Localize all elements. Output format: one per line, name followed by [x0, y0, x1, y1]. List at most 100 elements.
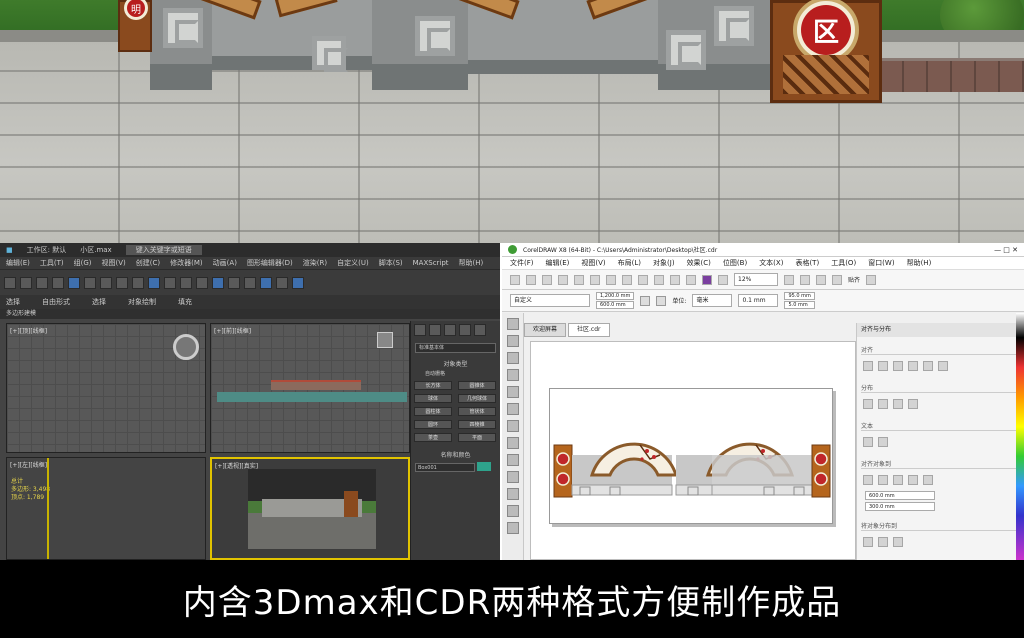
full-screen-icon[interactable] — [784, 274, 794, 285]
motion-tab-icon[interactable] — [459, 324, 471, 336]
import-icon[interactable] — [670, 274, 680, 285]
primitive-button[interactable]: 茶壶 — [414, 433, 452, 442]
max-menu-item[interactable]: 创建(C) — [136, 258, 160, 268]
search-icon[interactable] — [654, 274, 664, 285]
create-tab-icon[interactable] — [414, 324, 426, 336]
cdr-menu-item[interactable]: 编辑(E) — [546, 258, 570, 268]
viewport-perspective[interactable]: [+][透视][真实] — [210, 457, 410, 560]
page-width-field[interactable]: 1,200.0 mm — [596, 292, 635, 300]
show-guides-icon[interactable] — [832, 274, 842, 285]
page-edge-icon[interactable] — [878, 475, 888, 485]
cut-icon[interactable] — [574, 274, 584, 285]
connector-tool-icon[interactable] — [506, 505, 519, 517]
text-baseline-icon[interactable] — [863, 437, 873, 447]
cdr-menu-item[interactable]: 位图(B) — [723, 258, 747, 268]
align-center-v-icon[interactable] — [923, 361, 933, 371]
units-dropdown[interactable]: 毫米 — [692, 294, 733, 307]
modify-tab-icon[interactable] — [429, 324, 441, 336]
cdr-menu-item[interactable]: 布局(L) — [618, 258, 641, 268]
window-controls-icon[interactable]: — □ ✕ — [994, 246, 1024, 254]
redo-icon[interactable] — [638, 274, 648, 285]
crop-tool-icon[interactable] — [506, 352, 519, 364]
rotate-icon[interactable] — [116, 276, 128, 289]
print-icon[interactable] — [558, 274, 568, 285]
max-ribbon-tab[interactable]: 选择 — [6, 297, 20, 307]
save-icon[interactable] — [542, 274, 552, 285]
open-icon[interactable] — [526, 274, 536, 285]
extent-of-selection-icon[interactable] — [863, 537, 873, 547]
drawing-canvas[interactable] — [530, 341, 856, 560]
max-ribbon-tab[interactable]: 选择 — [92, 297, 106, 307]
snap-to-dropdown[interactable]: 贴齐 — [848, 275, 860, 284]
cdr-menu-item[interactable]: 效果(C) — [687, 258, 711, 268]
cdr-menu-item[interactable]: 文本(X) — [759, 258, 783, 268]
primitive-button[interactable]: 圆环 — [414, 420, 452, 429]
viewport-top[interactable]: [+][顶][线框] — [6, 323, 206, 453]
max-ribbon-tab[interactable]: 填充 — [178, 297, 192, 307]
tab-document[interactable]: 社区.cdr — [568, 323, 610, 337]
text-bbox-icon[interactable] — [878, 437, 888, 447]
primitive-button[interactable]: 圆柱体 — [414, 407, 452, 416]
color-palette[interactable] — [1016, 313, 1024, 560]
max-menu-item[interactable]: 编辑(E) — [6, 258, 30, 268]
link-icon[interactable] — [36, 276, 48, 289]
autogrid-checkbox[interactable]: 自动栅格 — [411, 370, 500, 377]
export-icon[interactable] — [686, 274, 696, 285]
cdr-menu-item[interactable]: 表格(T) — [795, 258, 819, 268]
curve-editor-icon[interactable] — [228, 276, 240, 289]
max-menu-item[interactable]: 自定义(U) — [337, 258, 369, 268]
page-preset-dropdown[interactable]: 自定义 — [510, 294, 590, 307]
cdr-menu-item[interactable]: 文件(F) — [510, 258, 534, 268]
duplicate-y-field[interactable]: 5.0 mm — [784, 301, 815, 309]
page-center-icon[interactable] — [893, 475, 903, 485]
portrait-icon[interactable] — [640, 295, 651, 306]
new-document-icon[interactable] — [510, 274, 520, 285]
select-icon[interactable] — [68, 276, 80, 289]
freehand-tool-icon[interactable] — [506, 386, 519, 398]
page-height-field[interactable]: 600.0 mm — [596, 301, 635, 309]
polygon-tool-icon[interactable] — [506, 454, 519, 466]
layer-icon[interactable] — [212, 276, 224, 289]
display-tab-icon[interactable] — [474, 324, 486, 336]
move-icon[interactable] — [100, 276, 112, 289]
unlink-icon[interactable] — [52, 276, 64, 289]
align-y-field[interactable]: 300.0 mm — [865, 502, 935, 511]
undo-icon[interactable] — [4, 276, 16, 289]
object-name-field[interactable]: Box001 — [415, 462, 475, 472]
align-x-field[interactable]: 600.0 mm — [865, 491, 935, 500]
primitive-button[interactable]: 长方体 — [414, 381, 452, 390]
max-menu-item[interactable]: 工具(T) — [40, 258, 64, 268]
max-search-field[interactable]: 键入关键字或短语 — [125, 245, 202, 255]
landscape-icon[interactable] — [656, 295, 667, 306]
align-icon[interactable] — [196, 276, 208, 289]
active-objects-icon[interactable] — [863, 475, 873, 485]
viewport-front-label[interactable]: [+][前][线框] — [214, 326, 251, 335]
viewport-front[interactable]: [+][前][线框] — [210, 323, 410, 453]
render-frame-icon[interactable] — [276, 276, 288, 289]
max-menu-item[interactable]: 图形编辑器(D) — [247, 258, 293, 268]
grid-icon[interactable] — [908, 475, 918, 485]
show-rulers-icon[interactable] — [800, 274, 810, 285]
shape-tool-icon[interactable] — [506, 335, 519, 347]
drawing-page[interactable] — [549, 388, 833, 524]
app-launcher-icon[interactable] — [718, 274, 728, 285]
primitive-button[interactable]: 圆锥体 — [458, 381, 496, 390]
max-ribbon-tab[interactable]: 对象绘制 — [128, 297, 156, 307]
align-top-icon[interactable] — [908, 361, 918, 371]
duplicate-x-field[interactable]: 95.0 mm — [784, 292, 815, 300]
render-setup-icon[interactable] — [260, 276, 272, 289]
viewport-left[interactable]: [+][左][线框] 总计 多边形: 3,498 顶点: 1,789 — [6, 457, 206, 560]
max-ribbon-tab[interactable]: 自由形式 — [42, 297, 70, 307]
viewcube-icon[interactable] — [173, 334, 199, 360]
cdr-menu-item[interactable]: 工具(O) — [831, 258, 856, 268]
snap-icon[interactable] — [148, 276, 160, 289]
pick-tool-icon[interactable] — [506, 318, 519, 330]
object-spacing-icon[interactable] — [893, 537, 903, 547]
max-menu-item[interactable]: MAXScript — [413, 259, 449, 267]
max-menu-item[interactable]: 视图(V) — [102, 258, 126, 268]
parallel-dimension-tool-icon[interactable] — [506, 488, 519, 500]
max-menu-item[interactable]: 渲染(R) — [303, 258, 327, 268]
viewcube-icon[interactable] — [377, 332, 393, 348]
cdr-menu-item[interactable]: 对象(J) — [653, 258, 675, 268]
zoom-level-field[interactable]: 12% — [734, 273, 778, 286]
